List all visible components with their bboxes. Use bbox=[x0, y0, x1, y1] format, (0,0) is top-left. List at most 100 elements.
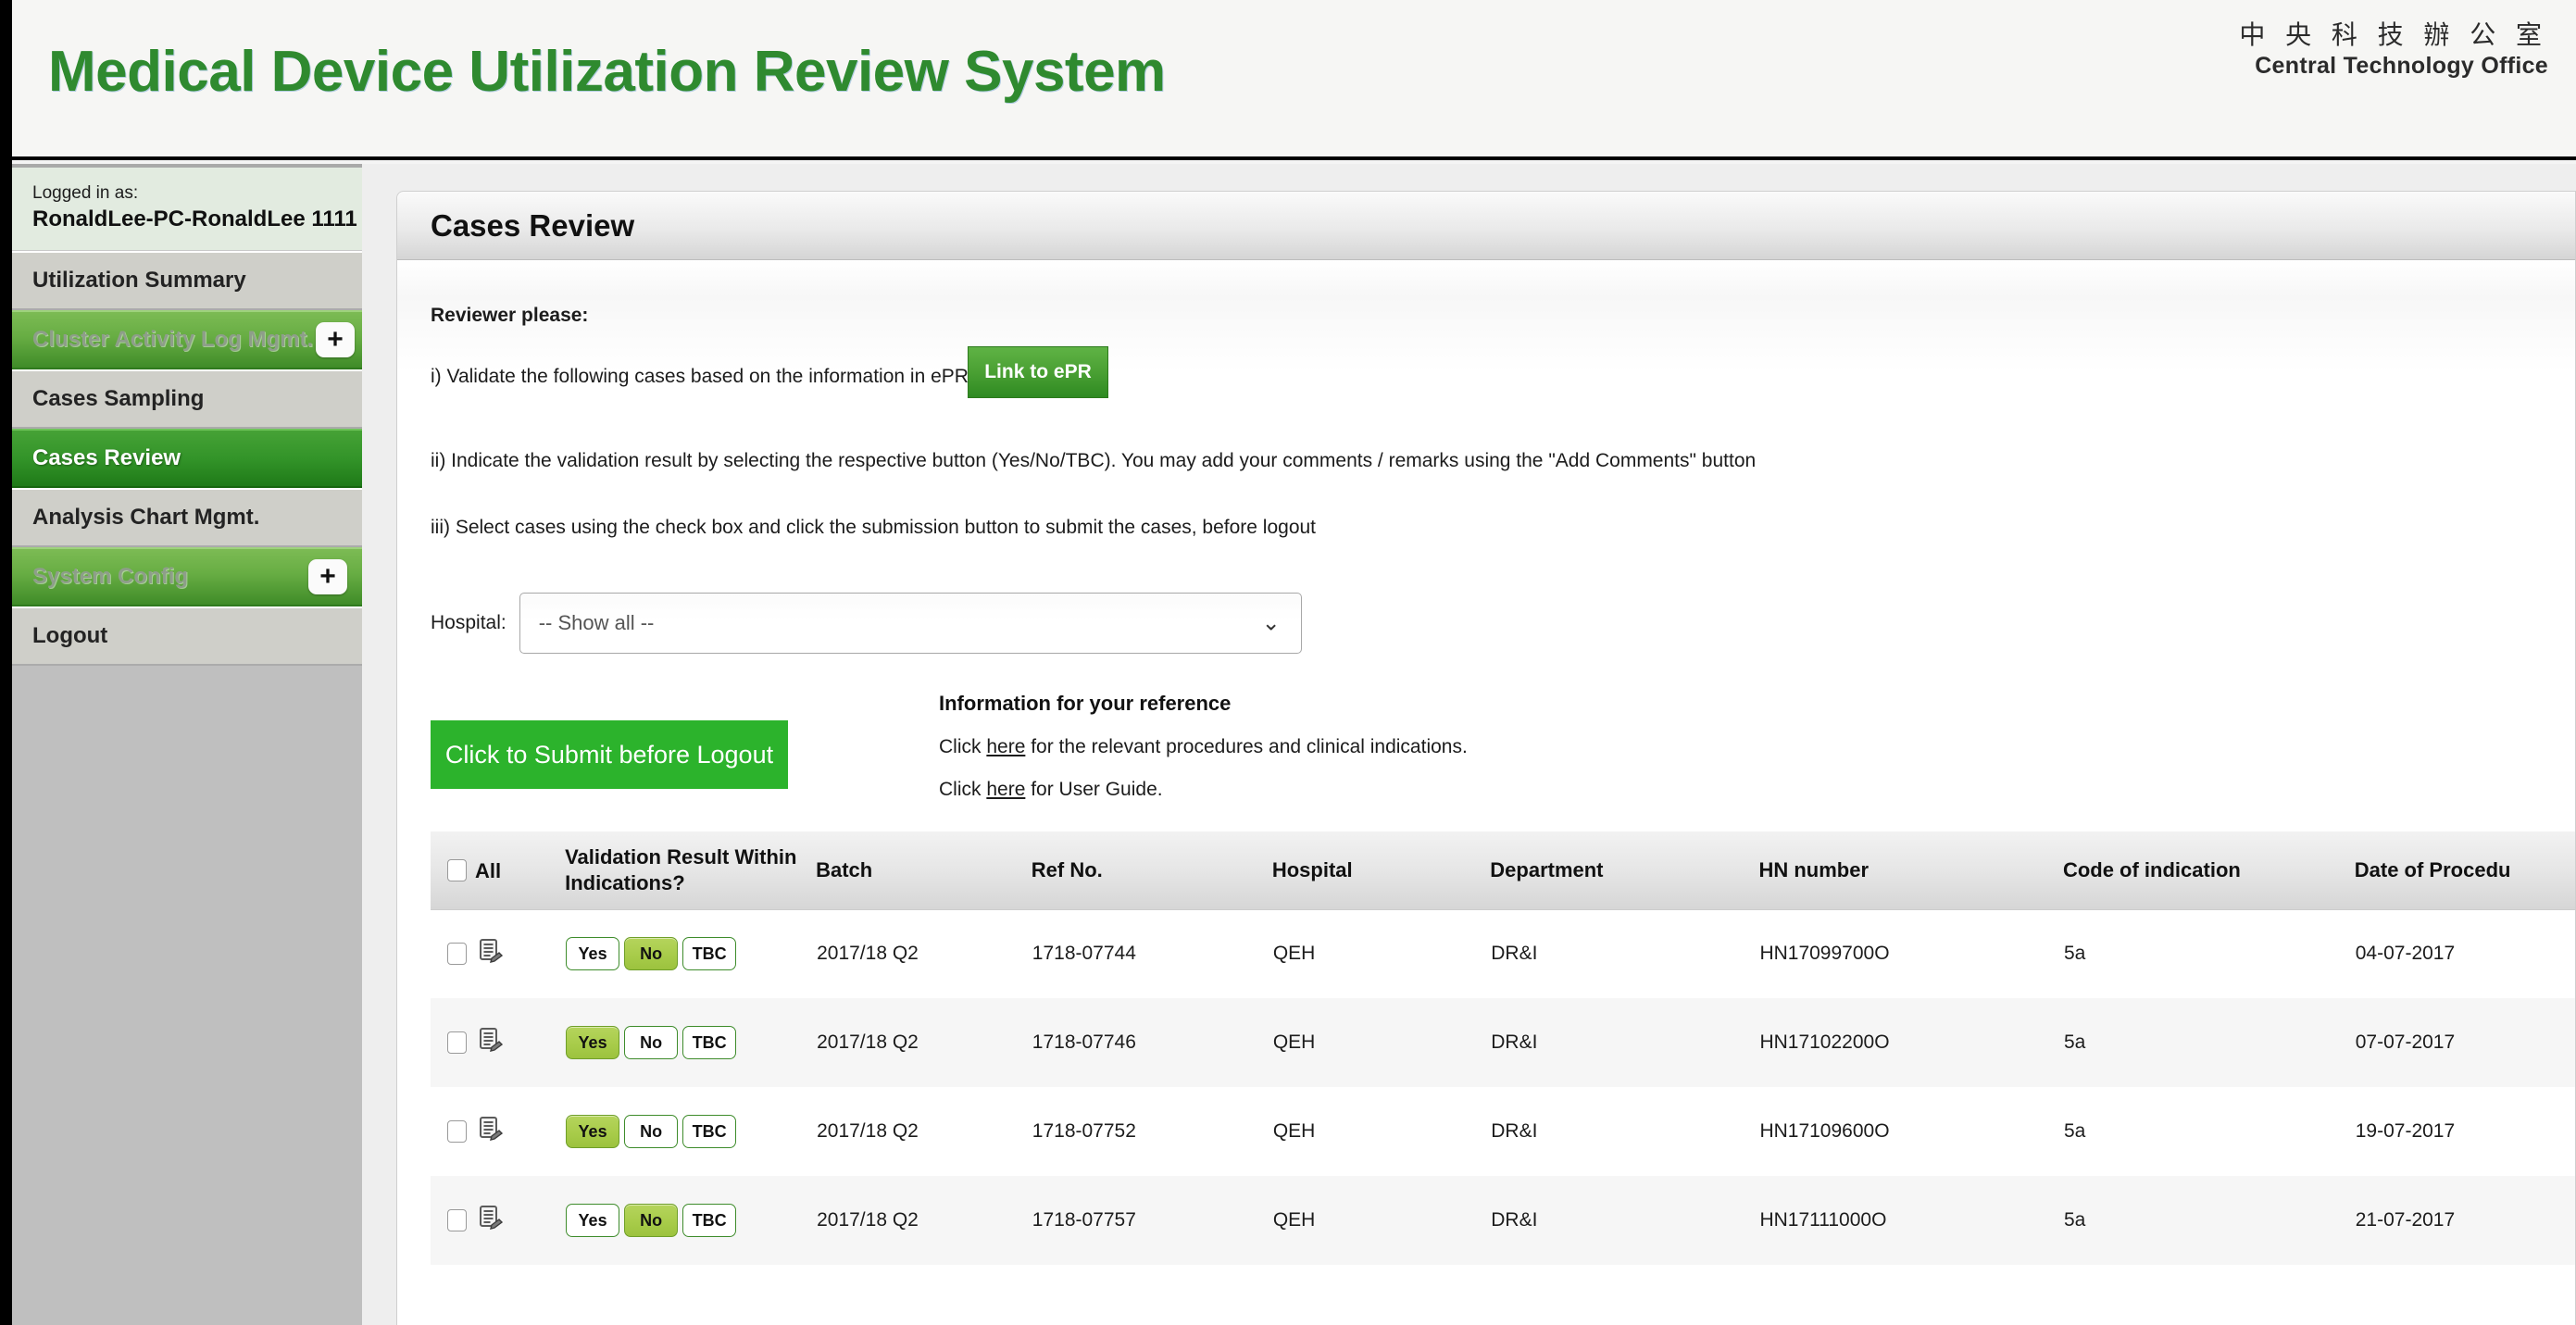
validation-option-tbc[interactable]: TBC bbox=[682, 1026, 737, 1059]
row-select-cell bbox=[431, 1087, 566, 1176]
procedures-indications-link[interactable]: here bbox=[986, 736, 1025, 757]
sidebar-item-logout[interactable]: Logout bbox=[12, 606, 362, 666]
sidebar-item-label: Cases Sampling bbox=[32, 385, 205, 411]
page-root: Medical Device Utilization Review System… bbox=[0, 0, 2576, 1325]
validation-option-yes[interactable]: Yes bbox=[566, 1115, 620, 1148]
cell-hn-number: HN17111000O bbox=[1758, 1176, 2063, 1265]
cell-hospital: QEH bbox=[1271, 1087, 1491, 1176]
sidebar-item-cluster-activity-log-mgmt[interactable]: Cluster Activity Log Mgmt. + bbox=[12, 309, 362, 369]
validation-option-no[interactable]: No bbox=[624, 937, 679, 971]
col-code-of-indication: Code of indication bbox=[2062, 831, 2355, 910]
validation-button-group: Yes No TBC bbox=[566, 1115, 815, 1148]
sidebar-item-utilization-summary[interactable]: Utilization Summary bbox=[12, 250, 362, 310]
cell-department: DR&I bbox=[1490, 1087, 1759, 1176]
col-validation-result: Validation Result Within Indications? bbox=[565, 831, 817, 910]
validation-option-tbc[interactable]: TBC bbox=[682, 1115, 737, 1148]
row-checkbox[interactable] bbox=[447, 943, 467, 966]
sidebar-item-cases-review[interactable]: Cases Review bbox=[12, 428, 397, 490]
row-select-cell bbox=[431, 909, 566, 998]
add-comments-icon[interactable] bbox=[479, 1205, 504, 1236]
validation-option-tbc[interactable]: TBC bbox=[682, 1204, 737, 1237]
validation-result-cell: Yes No TBC bbox=[565, 909, 817, 998]
sidebar-item-system-config[interactable]: System Config + bbox=[12, 546, 362, 606]
validation-option-yes[interactable]: Yes bbox=[566, 937, 620, 971]
chevron-down-icon: ⌄ bbox=[1261, 610, 1281, 636]
add-comments-icon bbox=[480, 1028, 504, 1052]
cell-ref-no: 1718-07752 bbox=[1031, 1087, 1272, 1176]
hospital-select[interactable]: -- Show all -- ⌄ bbox=[519, 593, 1302, 654]
instruction-line-1: i) Validate the following cases based on… bbox=[431, 366, 969, 387]
hospital-filter-row: Hospital: -- Show all -- ⌄ bbox=[431, 593, 1302, 654]
row-checkbox[interactable] bbox=[447, 1031, 467, 1054]
cases-review-panel: Cases Review Reviewer please: i) Validat… bbox=[396, 191, 2576, 1325]
sidebar: Logged in as: RonaldLee-PC-RonaldLee 111… bbox=[12, 164, 397, 1325]
cases-table-body: Yes No TBC 2017/18 Q2 1718-07744 QEH DR&I HN170… bbox=[431, 909, 2575, 1265]
plus-icon[interactable]: + bbox=[308, 558, 347, 594]
add-comments-icon[interactable] bbox=[479, 1116, 504, 1147]
user-guide-link[interactable]: here bbox=[986, 779, 1025, 800]
add-comments-icon[interactable] bbox=[479, 1027, 504, 1058]
validation-option-yes[interactable]: Yes bbox=[566, 1204, 620, 1237]
cell-hn-number: HN17109600O bbox=[1758, 1087, 2063, 1176]
reference-info-title: Information for your reference bbox=[939, 692, 1232, 715]
cell-department: DR&I bbox=[1490, 909, 1759, 998]
select-all-checkbox[interactable] bbox=[447, 859, 467, 882]
reference-information: Information for your reference Click her… bbox=[939, 692, 1468, 821]
table-row: Yes No TBC 2017/18 Q2 1718-07746 QEH DR&I HN171… bbox=[431, 998, 2575, 1087]
validation-option-no[interactable]: No bbox=[624, 1026, 679, 1059]
reference-info-line-2: Click here for User Guide. bbox=[939, 779, 1468, 801]
col-ref-no: Ref No. bbox=[1031, 831, 1272, 910]
col-hospital: Hospital bbox=[1271, 831, 1491, 910]
sidebar-item-label: Analysis Chart Mgmt. bbox=[32, 504, 260, 530]
add-comments-icon bbox=[480, 1117, 504, 1141]
cell-department: DR&I bbox=[1490, 998, 1759, 1087]
row-select-cell bbox=[431, 998, 566, 1087]
row-checkbox[interactable] bbox=[447, 1209, 467, 1231]
col-batch: Batch bbox=[816, 831, 1032, 910]
add-comments-icon bbox=[480, 939, 504, 964]
validation-result-cell: Yes No TBC bbox=[565, 1087, 817, 1176]
cell-code-of-indication: 5a bbox=[2062, 1087, 2355, 1176]
validation-option-yes[interactable]: Yes bbox=[566, 1026, 620, 1059]
sidebar-item-label: Utilization Summary bbox=[32, 267, 246, 293]
validation-option-no[interactable]: No bbox=[624, 1115, 679, 1148]
cell-date-of-procedure: 07-07-2017 bbox=[2354, 998, 2575, 1087]
sidebar-item-analysis-chart-mgmt[interactable]: Analysis Chart Mgmt. bbox=[12, 487, 362, 547]
cases-table-head: All Validation Result Within Indications… bbox=[431, 831, 2575, 910]
validation-option-tbc[interactable]: TBC bbox=[682, 937, 737, 971]
cell-code-of-indication: 5a bbox=[2062, 909, 2355, 998]
add-comments-icon[interactable] bbox=[479, 938, 504, 969]
plus-icon[interactable]: + bbox=[316, 321, 355, 357]
ref-line1-suffix: for the relevant procedures and clinical… bbox=[1025, 736, 1468, 757]
validation-button-group: Yes No TBC bbox=[566, 1204, 815, 1237]
cell-hn-number: HN17099700O bbox=[1758, 909, 2063, 998]
main-content: Cases Review Reviewer please: i) Validat… bbox=[362, 164, 2576, 1325]
left-gutter bbox=[0, 0, 12, 1325]
sidebar-item-label: Cluster Activity Log Mgmt. bbox=[32, 326, 314, 352]
row-checkbox[interactable] bbox=[447, 1120, 467, 1143]
col-hn-number: HN number bbox=[1758, 831, 2063, 910]
ref-line1-prefix: Click bbox=[939, 736, 987, 757]
sidebar-item-label: Cases Review bbox=[32, 444, 181, 470]
cell-date-of-procedure: 19-07-2017 bbox=[2354, 1087, 2575, 1176]
col-select-all: All bbox=[431, 831, 566, 910]
table-row: Yes No TBC 2017/18 Q2 1718-07757 QEH DR&I HN171… bbox=[431, 1176, 2575, 1265]
cell-ref-no: 1718-07744 bbox=[1031, 909, 1272, 998]
cell-hn-number: HN17102200O bbox=[1758, 998, 2063, 1087]
cell-batch: 2017/18 Q2 bbox=[816, 909, 1032, 998]
validation-option-no[interactable]: No bbox=[624, 1204, 679, 1237]
cell-date-of-procedure: 21-07-2017 bbox=[2354, 1176, 2575, 1265]
col-department: Department bbox=[1490, 831, 1759, 910]
panel-body: Reviewer please: i) Validate the followi… bbox=[397, 260, 2575, 1325]
app-banner: Medical Device Utilization Review System… bbox=[0, 0, 2576, 160]
submit-before-logout-button[interactable]: Click to Submit before Logout bbox=[431, 720, 788, 789]
col-date-of-procedure: Date of Procedu bbox=[2354, 831, 2575, 910]
sidebar-item-cases-sampling[interactable]: Cases Sampling bbox=[12, 369, 362, 429]
ref-line2-suffix: for User Guide. bbox=[1025, 779, 1163, 800]
select-all-label: All bbox=[475, 858, 502, 882]
row-select-cell bbox=[431, 1176, 566, 1265]
ref-line2-prefix: Click bbox=[939, 779, 987, 800]
cell-date-of-procedure: 04-07-2017 bbox=[2354, 909, 2575, 998]
link-to-epr-button[interactable]: Link to ePR bbox=[968, 346, 1108, 398]
hospital-select-value: -- Show all -- bbox=[538, 611, 655, 634]
